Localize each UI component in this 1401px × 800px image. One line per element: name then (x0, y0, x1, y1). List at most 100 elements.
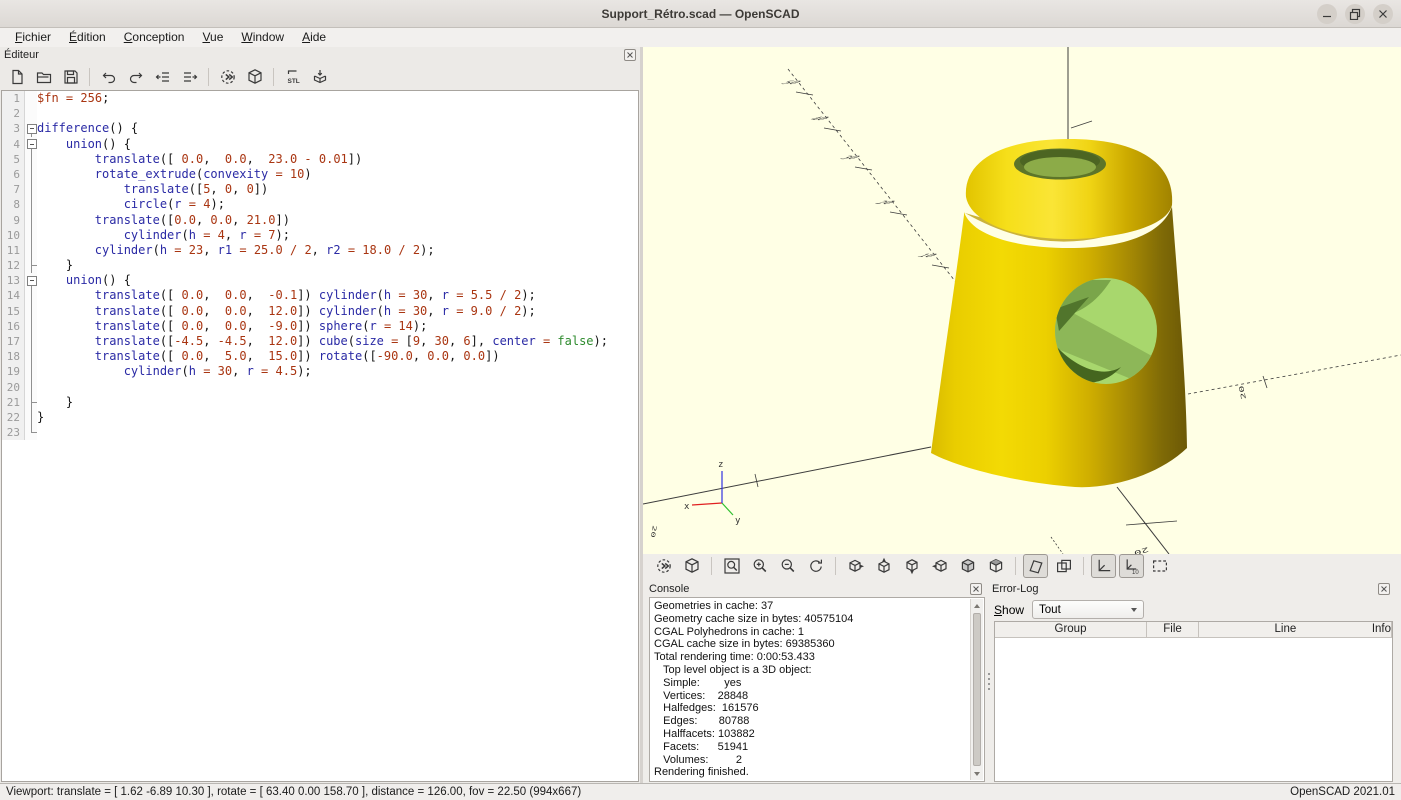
toolbar-separator (835, 557, 836, 575)
unindent-button[interactable] (150, 65, 175, 89)
console-line: Total rendering time: 0:00:53.433 (654, 651, 967, 664)
toolbar-separator (711, 557, 712, 575)
console-line: Halffacets: 103882 (654, 728, 967, 741)
show-filter-label: Show (994, 603, 1024, 617)
indent-button[interactable] (177, 65, 202, 89)
error-filter-dropdown[interactable]: Tout (1032, 600, 1144, 619)
console-panel-close-icon[interactable] (970, 583, 982, 595)
code-line: 10 cylinder(h = 4, r = 7); (2, 228, 638, 243)
console-line: Facets: 51941 (654, 741, 967, 754)
fold-marker-icon[interactable] (25, 121, 37, 136)
view-back-button[interactable] (983, 554, 1008, 578)
show-scale-markers-button[interactable]: 10 (1119, 554, 1144, 578)
svg-text:z: z (718, 460, 723, 470)
zoom-in-button[interactable] (747, 554, 772, 578)
save-button[interactable] (58, 65, 83, 89)
code-line: 16 translate([ 0.0, 0.0, -9.0]) sphere(r… (2, 319, 638, 334)
menu-item[interactable]: Fichier (6, 28, 60, 47)
menu-item[interactable]: Conception (115, 28, 194, 47)
preview-button[interactable] (651, 554, 676, 578)
view-left-button[interactable] (927, 554, 952, 578)
console-line: Rendering finished. (654, 766, 967, 779)
code-line: 11 cylinder(h = 23, r1 = 25.0 / 2, r2 = … (2, 243, 638, 258)
new-file-button[interactable] (4, 65, 29, 89)
console-scrollbar[interactable] (970, 599, 983, 780)
code-editor[interactable]: 1$fn = 256;23difference() {4 union() {5 … (1, 90, 639, 782)
svg-text:STL: STL (287, 78, 299, 85)
editor-toolbar: STL (0, 63, 640, 90)
error-log-column-header[interactable]: Info (1372, 622, 1392, 637)
toolbar-separator (1083, 557, 1084, 575)
code-line: 19 cylinder(h = 30, r = 4.5); (2, 364, 638, 379)
console-line: Geometries in cache: 37 (654, 600, 967, 613)
show-axes-button[interactable] (1091, 554, 1116, 578)
error-log-panel: Error-Log Show Tout GroupFileLineInfo (992, 578, 1401, 785)
render-button[interactable] (679, 554, 704, 578)
code-line: 15 translate([ 0.0, 0.0, 12.0]) cylinder… (2, 304, 638, 319)
preview-button[interactable] (215, 65, 240, 89)
menu-item[interactable]: Vue (193, 28, 232, 47)
zoom-all-button[interactable] (719, 554, 744, 578)
editor-panel-close-icon[interactable] (624, 49, 636, 61)
error-log-close-icon[interactable] (1378, 583, 1390, 595)
export-stl-button[interactable]: STL (280, 65, 305, 89)
3d-model (931, 139, 1187, 487)
console-panel: Console Geometries in cache: 37Geometry … (643, 578, 985, 785)
console-output[interactable]: Geometries in cache: 37Geometry cache si… (649, 597, 985, 782)
close-button[interactable] (1373, 4, 1393, 24)
splitter-handle-icon (988, 673, 990, 691)
code-line: 12 } (2, 258, 638, 273)
zoom-out-button[interactable] (775, 554, 800, 578)
render-button[interactable] (242, 65, 267, 89)
undo-button[interactable] (96, 65, 121, 89)
svg-text:10: 10 (1132, 570, 1139, 575)
open-file-button[interactable] (31, 65, 56, 89)
code-line: 22} (2, 410, 638, 425)
minimize-button[interactable] (1317, 4, 1337, 24)
send-to-3d-print-button[interactable] (307, 65, 332, 89)
menu-item[interactable]: Aide (293, 28, 335, 47)
restore-button[interactable] (1345, 4, 1365, 24)
redo-button[interactable] (123, 65, 148, 89)
console-line: Geometry cache size in bytes: 40575104 (654, 613, 967, 626)
error-filter-value: Tout (1039, 604, 1061, 616)
editor-panel: Éditeur STL 1$fn = 256;23difference() {4… (0, 47, 640, 783)
code-line: 3difference() { (2, 121, 638, 136)
toolbar-separator (89, 68, 90, 86)
scroll-up-icon[interactable] (971, 599, 983, 612)
3d-scene: 50 40 30 20 10 20 20 20 (643, 47, 1401, 554)
error-log-column-header[interactable]: Group (995, 622, 1147, 637)
menu-item[interactable]: Édition (60, 28, 115, 47)
orthogonal-view-button[interactable] (1051, 554, 1076, 578)
titlebar[interactable]: Support_Rétro.scad — OpenSCAD (0, 0, 1401, 28)
scrollbar-thumb[interactable] (973, 613, 981, 766)
error-log-column-header[interactable]: Line (1199, 622, 1372, 637)
toolbar-separator (1015, 557, 1016, 575)
code-line: 5 translate([ 0.0, 0.0, 23.0 - 0.01]) (2, 152, 638, 167)
fold-marker-icon[interactable] (25, 273, 37, 288)
console-line: CGAL cache size in bytes: 69385360 (654, 638, 967, 651)
code-line: 1$fn = 256; (2, 91, 638, 106)
code-lines: 1$fn = 256;23difference() {4 union() {5 … (2, 91, 638, 440)
code-line: 23 (2, 425, 638, 440)
show-crosshairs-button[interactable] (1147, 554, 1172, 578)
view-top-button[interactable] (871, 554, 896, 578)
console-line: Top level object is a 3D object: (654, 664, 967, 677)
error-log-column-header[interactable]: File (1147, 622, 1199, 637)
console-line: Volumes: 2 (654, 754, 967, 767)
reset-view-button[interactable] (803, 554, 828, 578)
view-right-button[interactable] (843, 554, 868, 578)
3d-viewport[interactable]: 50 40 30 20 10 20 20 20 (643, 47, 1401, 554)
svg-text:x: x (684, 502, 690, 512)
perspective-view-button[interactable] (1023, 554, 1048, 578)
code-line: 17 translate([-4.5, -4.5, 12.0]) cube(si… (2, 334, 638, 349)
console-line: Vertices: 28848 (654, 690, 967, 703)
view-front-button[interactable] (955, 554, 980, 578)
editor-panel-title: Éditeur (4, 49, 39, 61)
console-errorlog-splitter[interactable] (985, 578, 992, 785)
scroll-down-icon[interactable] (971, 767, 983, 780)
toolbar-separator (208, 68, 209, 86)
menu-item[interactable]: Window (232, 28, 293, 47)
view-bottom-button[interactable] (899, 554, 924, 578)
fold-marker-icon[interactable] (25, 137, 37, 152)
